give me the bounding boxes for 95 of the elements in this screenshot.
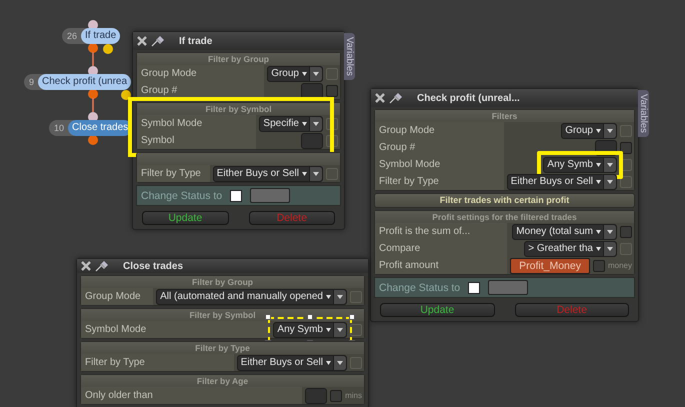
unit-label: mins bbox=[345, 391, 362, 400]
caret-icon bbox=[326, 328, 331, 332]
dropdown-button[interactable] bbox=[603, 158, 616, 172]
port-dot[interactable] bbox=[88, 135, 98, 145]
checkbox[interactable] bbox=[620, 226, 632, 238]
dropdown-button[interactable] bbox=[309, 166, 322, 180]
section-header: Profit settings for the filtered trades bbox=[375, 211, 634, 223]
dropdown[interactable]: Specifie bbox=[259, 116, 323, 132]
flow-node[interactable]: If trade bbox=[81, 28, 120, 44]
checkbox[interactable] bbox=[326, 84, 338, 96]
caret-icon bbox=[596, 128, 601, 132]
section-banner: Filter trades with certain profit bbox=[374, 193, 635, 208]
update-button[interactable]: Update bbox=[380, 303, 494, 317]
dropdown-button[interactable] bbox=[603, 224, 616, 238]
caret-icon bbox=[596, 230, 601, 234]
checkbox[interactable] bbox=[230, 190, 242, 202]
update-button[interactable]: Update bbox=[142, 211, 228, 225]
dropdown-button[interactable] bbox=[333, 356, 346, 370]
field-label: Only older than bbox=[81, 387, 302, 404]
unit-label: money bbox=[608, 261, 632, 270]
checkbox[interactable] bbox=[592, 260, 605, 272]
port-dot[interactable] bbox=[88, 89, 98, 99]
input-field[interactable] bbox=[301, 132, 323, 148]
port-dot[interactable] bbox=[88, 43, 98, 53]
status-field[interactable] bbox=[488, 280, 528, 295]
field-label: Profit amount bbox=[375, 257, 508, 274]
caret-icon bbox=[302, 122, 307, 126]
field-label: Symbol Mode bbox=[375, 156, 504, 173]
dropdown[interactable]: Either Buys or Sell bbox=[506, 174, 617, 190]
dropdown[interactable]: Group bbox=[561, 122, 617, 138]
section-header: Filter by Symbol bbox=[137, 103, 340, 115]
pin-icon[interactable] bbox=[151, 35, 165, 47]
window-title: Check profit (unreal... bbox=[417, 92, 520, 104]
field-label: Symbol Mode bbox=[137, 115, 256, 132]
status-label: Change Status to bbox=[141, 190, 222, 202]
checkbox[interactable] bbox=[468, 282, 480, 294]
status-label: Change Status to bbox=[379, 282, 460, 294]
dropdown-button[interactable] bbox=[603, 242, 616, 256]
dropdown-button[interactable] bbox=[603, 174, 616, 188]
caret-icon bbox=[596, 162, 601, 166]
caret-icon bbox=[302, 172, 307, 176]
connector-line bbox=[92, 52, 94, 66]
close-icon[interactable] bbox=[137, 36, 147, 46]
dropdown-button[interactable] bbox=[333, 290, 346, 304]
status-field[interactable] bbox=[250, 188, 290, 203]
dropdown-button[interactable] bbox=[333, 322, 346, 336]
field-label: Symbol Mode bbox=[81, 321, 270, 338]
port-dot[interactable] bbox=[121, 90, 131, 100]
section-header: Filter by Age bbox=[81, 375, 364, 387]
dropdown-button[interactable] bbox=[309, 66, 322, 80]
section-header: Filter by Group bbox=[81, 276, 364, 288]
field-label: Filter by Type bbox=[81, 354, 234, 371]
field-label: Filter by Type bbox=[137, 165, 210, 182]
dropdown-button[interactable] bbox=[603, 124, 616, 138]
field-label: Group Mode bbox=[81, 288, 154, 305]
port-dot[interactable] bbox=[103, 44, 113, 54]
dropdown[interactable]: Any Symb bbox=[543, 156, 617, 172]
dropdown[interactable]: Either Buys or Sell bbox=[212, 166, 323, 182]
variables-tab[interactable]: Variables bbox=[638, 90, 649, 137]
input-field[interactable] bbox=[301, 82, 323, 98]
caret-icon bbox=[596, 246, 601, 250]
checkbox[interactable] bbox=[330, 390, 342, 402]
caret-icon bbox=[302, 72, 307, 76]
caret-icon bbox=[326, 360, 331, 364]
variables-tab[interactable]: Variables bbox=[344, 33, 355, 80]
field-label: Filter by Type bbox=[375, 173, 504, 190]
field-label: Group Mode bbox=[137, 65, 264, 82]
field-label: Group Mode bbox=[375, 122, 504, 139]
pin-icon[interactable] bbox=[95, 260, 109, 272]
field-label: Profit is the sum of... bbox=[375, 223, 508, 240]
dropdown[interactable]: Any Symb bbox=[273, 322, 347, 338]
dropdown[interactable]: Either Buys or Sell bbox=[236, 354, 347, 370]
section-header: Filter by Type bbox=[81, 342, 364, 354]
section-header: Filter by Group bbox=[137, 53, 340, 65]
dropdown[interactable]: All (automated and manually opened bbox=[156, 288, 347, 304]
pin-icon[interactable] bbox=[389, 92, 403, 104]
flow-node[interactable]: Check profit (unrea bbox=[38, 74, 132, 90]
caret-icon bbox=[326, 294, 331, 298]
window-title: If trade bbox=[179, 36, 212, 46]
close-icon[interactable] bbox=[81, 261, 91, 271]
dropdown[interactable]: Group bbox=[267, 66, 323, 82]
connector-line bbox=[92, 98, 94, 112]
section-header: Filters bbox=[375, 110, 634, 122]
close-icon[interactable] bbox=[375, 93, 385, 103]
field-label: Compare bbox=[375, 240, 508, 257]
dropdown-button[interactable] bbox=[309, 116, 322, 130]
input-field[interactable] bbox=[305, 388, 328, 404]
field-label: Group # bbox=[375, 139, 504, 156]
dropdown[interactable]: Money (total sum bbox=[512, 224, 617, 240]
checkbox[interactable] bbox=[620, 142, 632, 154]
section-header: Filter by Symbol bbox=[81, 309, 364, 321]
field-label: Symbol bbox=[137, 132, 256, 149]
caret-icon bbox=[596, 180, 601, 184]
dropdown[interactable]: > Greather tha bbox=[524, 240, 617, 256]
window-title: Close trades bbox=[123, 260, 184, 272]
